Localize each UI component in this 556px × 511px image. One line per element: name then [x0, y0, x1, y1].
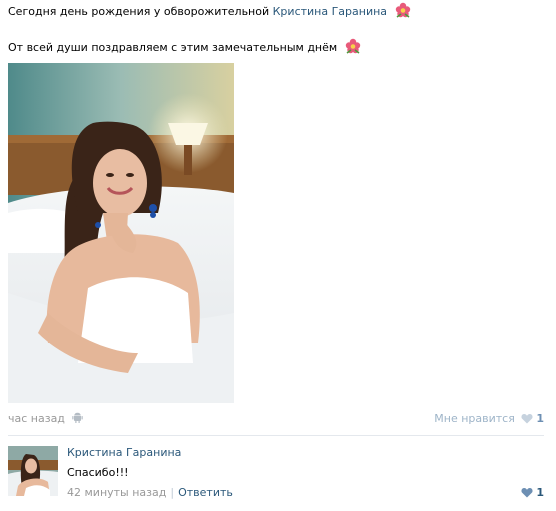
flower-emoji-icon: [345, 38, 360, 54]
comment-meta: 42 минуты назад | Ответить: [67, 486, 233, 499]
comment-text: Спасибо!!!: [67, 466, 129, 479]
flower-emoji-icon: [395, 2, 410, 18]
post-text-line-2: От всей души поздравляем с этим замечате…: [8, 38, 361, 55]
post-text-prefix: Сегодня день рождения у обворожительной: [8, 5, 273, 18]
comment-avatar[interactable]: [8, 446, 58, 496]
tagged-user-link[interactable]: Кристина Гаранина: [273, 5, 387, 18]
meta-separator: |: [170, 486, 175, 499]
comment-author-link[interactable]: Кристина Гаранина: [67, 446, 181, 459]
android-icon: [72, 412, 84, 423]
like-count: 1: [536, 412, 544, 425]
post-photo[interactable]: [8, 63, 234, 403]
avatar-image: [8, 446, 58, 496]
reply-button[interactable]: Ответить: [178, 486, 233, 499]
comment-like-button[interactable]: 1: [521, 486, 544, 499]
post-text-line-1: Сегодня день рождения у обворожительной …: [8, 2, 411, 19]
comment-like-count: 1: [536, 486, 544, 499]
heart-icon: [521, 487, 533, 498]
post-greeting-text: От всей души поздравляем с этим замечате…: [8, 41, 338, 54]
post-photo-image: [8, 63, 234, 403]
comment-time[interactable]: 42 минуты назад: [67, 486, 166, 499]
heart-icon: [521, 413, 533, 424]
post-like-button[interactable]: Мне нравится 1: [434, 412, 544, 425]
post-time[interactable]: час назад: [8, 412, 65, 425]
like-label: Мне нравится: [434, 412, 515, 425]
divider: [8, 435, 544, 436]
post-meta: час назад Мне нравится 1: [8, 412, 544, 426]
